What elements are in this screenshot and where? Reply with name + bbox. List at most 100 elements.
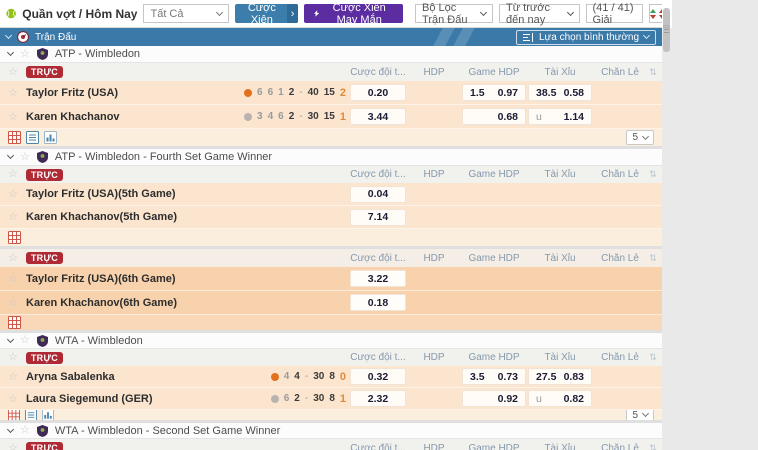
column-sort-icon[interactable]: ⇅ bbox=[646, 443, 660, 450]
filter-list-icon bbox=[523, 33, 534, 42]
col-over-under: Tài Xỉu bbox=[528, 443, 592, 450]
money-line-odds[interactable]: 0.04 bbox=[350, 186, 406, 203]
page-size-value: 5 bbox=[632, 132, 638, 143]
over-under-line: 27.5 bbox=[536, 371, 556, 383]
section-title: WTA - Wimbledon bbox=[55, 335, 143, 347]
col-odd-even: Chẵn Lẻ bbox=[594, 169, 646, 180]
section-header[interactable]: ☆ WTA - Wimbledon bbox=[0, 333, 662, 349]
section-wta-second-set: ☆ WTA - Wimbledon - Second Set Game Winn… bbox=[0, 423, 662, 450]
favorite-star-icon[interactable]: ☆ bbox=[20, 152, 30, 163]
favorite-star-icon[interactable]: ☆ bbox=[8, 273, 18, 285]
serving-indicator-icon bbox=[244, 89, 252, 97]
col-money-line: Cược đội t... bbox=[350, 443, 406, 450]
column-sort-icon[interactable]: ⇅ bbox=[646, 67, 660, 78]
game-hdp-odds[interactable]: 1.5 0.97 bbox=[462, 84, 526, 101]
market-list-icon[interactable] bbox=[25, 410, 37, 420]
game-hdp-odds[interactable]: 3.5 0.73 bbox=[462, 368, 526, 385]
favorite-star-icon[interactable]: ☆ bbox=[8, 371, 18, 383]
favorite-star-icon[interactable]: ☆ bbox=[20, 49, 30, 60]
collapse-chevron-icon[interactable] bbox=[7, 152, 14, 159]
favorite-star-icon[interactable]: ☆ bbox=[8, 352, 18, 363]
over-under-odds[interactable]: u 1.14 bbox=[528, 108, 592, 125]
page-size-select[interactable]: 5 bbox=[626, 410, 654, 420]
section-header[interactable]: ☆ WTA - Wimbledon - Second Set Game Winn… bbox=[0, 423, 662, 439]
game-hdp-price: 0.92 bbox=[498, 393, 518, 405]
bar-chart-icon[interactable] bbox=[42, 410, 54, 420]
section-header[interactable]: ☆ ATP - Wimbledon bbox=[0, 46, 662, 63]
league-count-box[interactable]: (41 / 41) Giải bbox=[586, 4, 644, 23]
column-sort-icon[interactable]: ⇅ bbox=[646, 169, 660, 180]
money-line-odds[interactable]: 7.14 bbox=[350, 209, 406, 226]
col-over-under: Tài Xỉu bbox=[528, 352, 592, 363]
money-line-odds[interactable]: 0.18 bbox=[350, 294, 406, 311]
collapse-chevron-icon[interactable] bbox=[5, 32, 12, 39]
favorite-star-icon[interactable]: ☆ bbox=[20, 425, 30, 436]
vertical-scrollbar-thumb[interactable] bbox=[663, 8, 670, 52]
column-sort-icon[interactable]: ⇅ bbox=[646, 352, 660, 363]
league-filter-select[interactable]: Tất Cả bbox=[143, 4, 228, 23]
favorite-star-icon[interactable]: ☆ bbox=[8, 297, 18, 309]
game-hdp-odds[interactable]: 0.92 bbox=[462, 390, 526, 407]
favorite-star-icon[interactable]: ☆ bbox=[8, 87, 18, 99]
set-score: 6 bbox=[268, 87, 274, 98]
column-sort-icon[interactable]: ⇅ bbox=[646, 253, 660, 264]
time-filter-select[interactable]: Từ trước đến nay bbox=[499, 4, 579, 23]
over-under-price: 0.58 bbox=[564, 87, 584, 99]
bar-chart-icon[interactable] bbox=[44, 131, 57, 144]
money-line-odds[interactable]: 0.20 bbox=[350, 84, 406, 101]
serving-indicator-icon bbox=[271, 395, 279, 403]
col-odd-even: Chẵn Lẻ bbox=[594, 67, 646, 78]
over-under-odds[interactable]: 38.5 0.58 bbox=[528, 84, 592, 101]
game-hdp-odds[interactable]: 0.68 bbox=[462, 108, 526, 125]
chevron-down-icon bbox=[566, 8, 573, 15]
match-row: ☆ Karen Khachanov(5th Game) 7.14 bbox=[0, 206, 662, 229]
col-money-line: Cược đội t... bbox=[350, 253, 406, 264]
stats-grid-icon[interactable] bbox=[8, 316, 21, 329]
current-set-score: 2 bbox=[289, 87, 295, 98]
collapse-chevron-icon[interactable] bbox=[7, 49, 14, 56]
favorite-star-icon[interactable]: ☆ bbox=[8, 169, 18, 180]
over-under-line: 38.5 bbox=[536, 87, 556, 99]
game-points: 30 bbox=[313, 393, 324, 404]
col-game-hdp: Game HDP bbox=[462, 169, 526, 180]
stats-grid-icon[interactable] bbox=[8, 231, 21, 244]
favorite-star-icon[interactable]: ☆ bbox=[20, 335, 30, 346]
favorite-star-icon[interactable]: ☆ bbox=[8, 253, 18, 264]
lucky-parlay-button[interactable]: Cược Xiên May Mắn bbox=[304, 4, 403, 23]
game-hdp-price: 0.97 bbox=[498, 87, 518, 99]
decor-stripe bbox=[453, 28, 475, 46]
collapse-chevron-icon[interactable] bbox=[7, 335, 14, 342]
section-header[interactable]: ☆ ATP - Wimbledon - Fourth Set Game Winn… bbox=[0, 149, 662, 166]
time-filter-value: Từ trước đến nay bbox=[506, 2, 561, 26]
match-row: ☆ Taylor Fritz (USA) 6 6 1 2 - 40 15 2 0… bbox=[0, 81, 662, 105]
match-filter-select[interactable]: Bộ Lọc Trận Đấu bbox=[415, 4, 493, 23]
parlay-button[interactable]: Cược Xiên › bbox=[235, 4, 298, 23]
page-size-value: 5 bbox=[632, 410, 638, 420]
favorite-star-icon[interactable]: ☆ bbox=[8, 211, 18, 223]
set-score: 6 bbox=[257, 87, 263, 98]
over-under-odds[interactable]: u 0.82 bbox=[528, 390, 592, 407]
money-line-odds[interactable]: 3.22 bbox=[350, 270, 406, 287]
over-under-odds[interactable]: 27.5 0.83 bbox=[528, 368, 592, 385]
favorite-star-icon[interactable]: ☆ bbox=[8, 67, 18, 78]
money-line-odds[interactable]: 2.32 bbox=[350, 390, 406, 407]
stats-grid-icon[interactable] bbox=[8, 410, 20, 420]
odd-even-empty bbox=[594, 368, 646, 385]
decor-stripe bbox=[433, 28, 455, 46]
favorite-star-icon[interactable]: ☆ bbox=[8, 443, 18, 450]
hdp-empty bbox=[408, 108, 460, 125]
section-atp-fourth-set: ☆ ATP - Wimbledon - Fourth Set Game Winn… bbox=[0, 149, 662, 246]
favorite-star-icon[interactable]: ☆ bbox=[8, 188, 18, 200]
league-count-value: (41 / 41) Giải bbox=[593, 2, 637, 26]
view-mode-select[interactable]: Lựa chọn bình thường bbox=[516, 30, 656, 45]
set-score: 4 bbox=[284, 371, 290, 382]
collapse-chevron-icon[interactable] bbox=[7, 425, 14, 432]
favorite-star-icon[interactable]: ☆ bbox=[8, 111, 18, 123]
money-line-odds[interactable]: 3.44 bbox=[350, 108, 406, 125]
stats-grid-icon[interactable] bbox=[8, 131, 21, 144]
money-line-odds[interactable]: 0.32 bbox=[350, 368, 406, 385]
market-list-icon[interactable] bbox=[26, 131, 39, 144]
page-size-select[interactable]: 5 bbox=[626, 130, 654, 145]
current-set-score: 2 bbox=[294, 393, 300, 404]
favorite-star-icon[interactable]: ☆ bbox=[8, 393, 18, 405]
